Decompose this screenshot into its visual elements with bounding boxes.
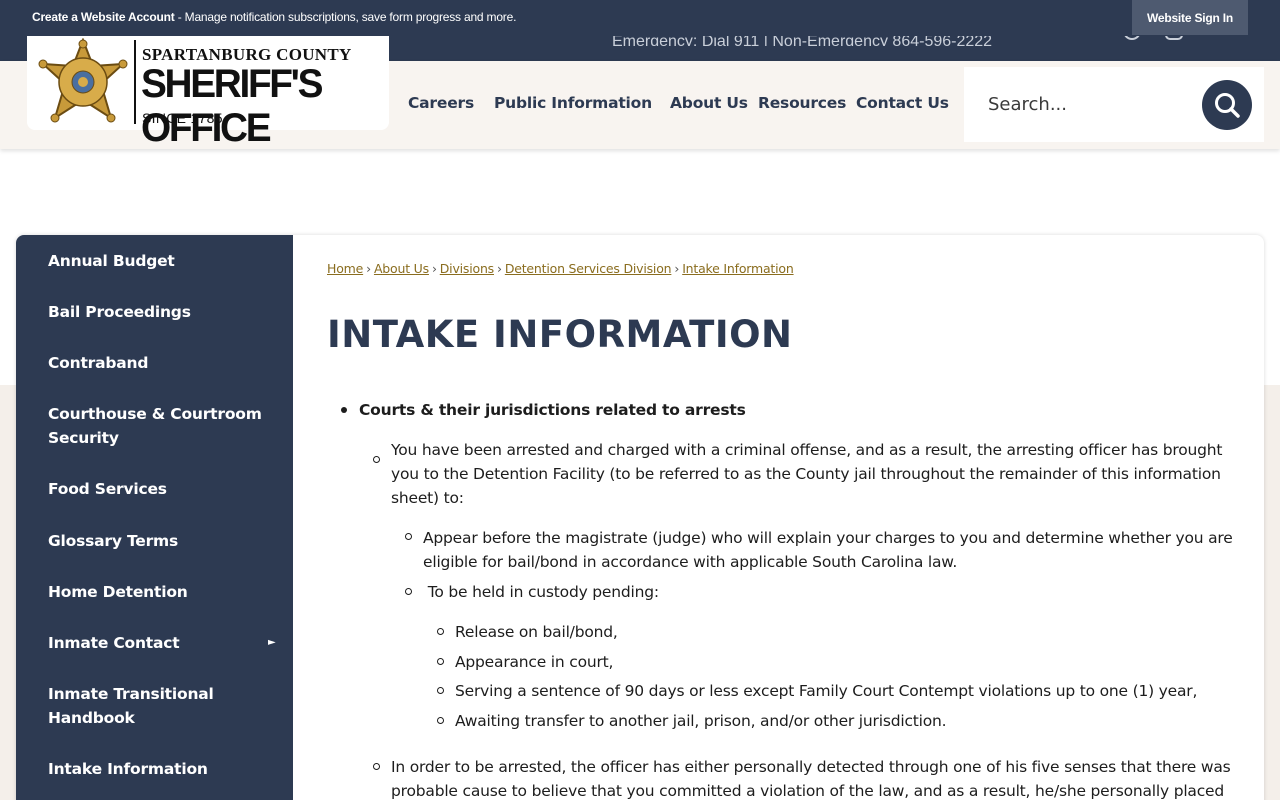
nav-contact-us[interactable]: Contact Us [856, 94, 949, 112]
create-account-link[interactable]: Create a Website Account [32, 10, 175, 24]
section-heading: Courts & their jurisdictions related to … [359, 401, 746, 419]
breadcrumb: Home › About Us › Divisions › Detention Servic… [327, 261, 794, 276]
list-item: Serving a sentence of 90 days or less ex… [455, 682, 1198, 700]
nav-public-information[interactable]: Public Information [494, 94, 652, 112]
breadcrumb-intake-information[interactable]: Intake Information [682, 261, 794, 276]
sidebar-item-glossary-terms[interactable]: Glossary Terms [48, 529, 263, 553]
sidebar-item-home-detention[interactable]: Home Detention [48, 580, 263, 604]
sidebar-item-contraband[interactable]: Contraband [48, 351, 263, 375]
account-notice[interactable]: Create a Website Account - Manage notifi… [32, 10, 516, 24]
sidebar-item-inmate-contact[interactable]: Inmate Contact [48, 631, 263, 655]
list-item: Appearance in court, [455, 653, 614, 671]
list-item: Awaiting transfer to another jail, priso… [455, 712, 947, 730]
bullet-icon [341, 407, 347, 413]
logo-office-text: SHERIFF'S OFFICE [141, 62, 323, 150]
sidebar-item-courthouse-security[interactable]: Courthouse & Courtroom Security [48, 402, 263, 450]
search-box [964, 67, 1264, 142]
site-logo[interactable]: SPARTANBURG COUNTY SHERIFF'S OFFICE SINC… [27, 36, 389, 150]
paragraph-arrest-reason: You have been arrested and charged with … [391, 441, 1223, 507]
logo-divider [134, 40, 136, 124]
search-input[interactable] [988, 89, 1188, 119]
sidebar-item-annual-budget[interactable]: Annual Budget [48, 249, 263, 273]
list-item: Appear before the magistrate (judge) who… [423, 529, 1233, 571]
sidebar-item-food-services[interactable]: Food Services [48, 477, 263, 501]
bullet-icon [405, 533, 412, 540]
website-sign-in-button[interactable]: Website Sign In [1132, 0, 1248, 35]
nav-about-us[interactable]: About Us [670, 94, 748, 112]
list-item: Release on bail/bond, [455, 623, 618, 641]
page-title: INTAKE INFORMATION [327, 313, 793, 356]
breadcrumb-detention-services[interactable]: Detention Services Division [505, 261, 672, 276]
sidebar-item-bail-proceedings[interactable]: Bail Proceedings [48, 300, 263, 324]
bullet-icon [437, 717, 444, 724]
bullet-icon [437, 658, 444, 665]
main-card: Annual Budget Bail Proceedings Contraban… [16, 235, 1264, 800]
search-button[interactable] [1202, 80, 1252, 130]
list-item: To be held in custody pending: [423, 583, 659, 601]
site-header: SPARTANBURG COUNTY SHERIFF'S OFFICE SINC… [0, 36, 1280, 150]
bullet-icon [437, 628, 444, 635]
nav-careers[interactable]: Careers [408, 94, 474, 112]
bullet-icon [405, 588, 412, 595]
breadcrumb-home[interactable]: Home [327, 261, 363, 276]
search-icon [1215, 93, 1240, 118]
breadcrumb-about-us[interactable]: About Us [374, 261, 429, 276]
breadcrumb-divisions[interactable]: Divisions [440, 261, 494, 276]
notification-bar: Create a Website Account - Manage notifi… [0, 0, 1280, 36]
sidebar-item-intake-information[interactable]: Intake Information [48, 757, 263, 781]
sheriff-star-badge-icon [38, 38, 128, 123]
account-notice-text: - Manage notification subscriptions, sav… [174, 10, 517, 24]
bullet-icon [373, 763, 380, 770]
expand-arrow-icon[interactable]: ► [268, 637, 276, 648]
paragraph-probable-cause: In order to be arrested, the officer has… [391, 758, 1231, 800]
main-content: Home › About Us › Divisions › Detention Servic… [293, 235, 1264, 800]
bullet-icon [437, 687, 444, 694]
bullet-icon [373, 456, 380, 463]
nav-resources[interactable]: Resources [758, 94, 846, 112]
sidebar-item-inmate-transitional-handbook[interactable]: Inmate Transitional Handbook [48, 682, 263, 730]
sidebar-nav: Annual Budget Bail Proceedings Contraban… [16, 235, 293, 800]
logo-since-text: SINCE 1785 [142, 110, 223, 126]
